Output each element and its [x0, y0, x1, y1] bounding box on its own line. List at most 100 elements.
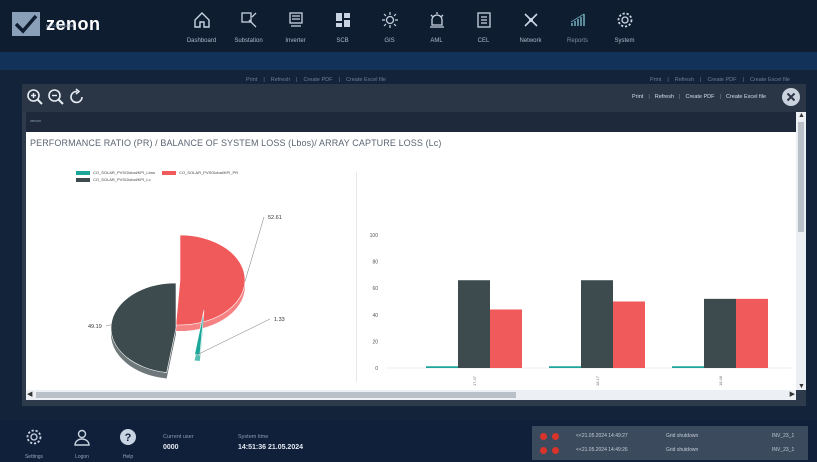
alarm-row[interactable]: <<21.05.2024 14:49:26 Grid shutdown INV_…: [532, 444, 808, 456]
alarm-indicator-icon: [552, 432, 559, 440]
network-icon: [523, 13, 538, 27]
nav-dashboard-label: Dashboard: [186, 38, 217, 44]
print-link[interactable]: Print: [632, 94, 643, 100]
close-button[interactable]: [782, 88, 800, 106]
bar[interactable]: [549, 366, 581, 368]
nav-substation[interactable]: Substation: [225, 8, 272, 48]
sub-header-bar: [0, 52, 817, 70]
create-excel-link[interactable]: Create Excel file: [726, 94, 766, 100]
alarm-row[interactable]: <<21.05.2024 14:49:27 Grid shutdown INV_…: [532, 430, 808, 442]
alarm-indicator-icon: [540, 432, 547, 440]
scroll-down-arrow[interactable]: ▼: [798, 383, 805, 390]
system-time-label: System time: [238, 434, 269, 440]
nav-gis-label: GIS: [384, 38, 395, 44]
reports-icon: [570, 13, 585, 26]
bar[interactable]: [704, 298, 736, 368]
bg-refresh-link[interactable]: Refresh: [271, 77, 290, 83]
bar[interactable]: [458, 280, 490, 368]
horizontal-scrollbar[interactable]: ◀ ▶: [26, 390, 796, 400]
list-icon: [476, 12, 491, 28]
home-icon: [193, 12, 210, 28]
bar[interactable]: [736, 298, 768, 368]
create-pdf-link[interactable]: Create PDF: [685, 94, 714, 100]
pie-legend: CO_SOLAR_PVSGlobal/KPI_Lbos CO_SOLAR_PVS…: [76, 170, 244, 184]
zenon-check-icon: [12, 12, 40, 36]
alarm-bell-icon: [429, 12, 444, 28]
bar[interactable]: [672, 366, 704, 368]
nav-reports[interactable]: Reports: [554, 8, 601, 48]
pie-data-label: 52.61: [268, 215, 282, 221]
nav-inverter-label: Inverter: [285, 38, 306, 44]
y-tick-label: 0: [375, 366, 378, 372]
reset-zoom-icon[interactable]: [68, 88, 86, 106]
bg-print-link-2[interactable]: Print: [650, 77, 661, 83]
y-tick-label: 80: [372, 260, 378, 266]
scb-icon: [335, 13, 350, 27]
alarm-code: INV_23_1: [772, 447, 795, 453]
close-icon: [786, 92, 796, 102]
refresh-link[interactable]: Refresh: [655, 94, 674, 100]
vertical-scrollbar[interactable]: ▲ ▼: [796, 112, 806, 390]
pie-slice[interactable]: [110, 282, 177, 373]
nav-scb[interactable]: SCB: [319, 8, 366, 48]
pie-data-label: 49.19: [88, 324, 102, 330]
current-user-info: Current user 0000: [163, 434, 194, 451]
system-time-info: System time 14:51:36 21.05.2024: [238, 434, 303, 451]
nav-dashboard[interactable]: Dashboard: [178, 8, 225, 48]
help-label: Help: [122, 454, 134, 460]
bar[interactable]: [613, 301, 645, 369]
nav-aml[interactable]: AML: [413, 8, 460, 48]
help-button[interactable]: ? Help: [110, 428, 146, 460]
nav-system-label: System: [614, 38, 635, 44]
pie-leader-line: [105, 324, 112, 327]
bg-print-link[interactable]: Print: [246, 77, 257, 83]
y-tick-label: 20: [372, 339, 378, 345]
alarm-indicator-icon: [552, 446, 559, 454]
inverter-icon: [288, 12, 303, 27]
alarm-time: <<21.05.2024 14:49:26: [576, 447, 628, 453]
nav-reports-label: Reports: [566, 38, 588, 44]
bg-create-pdf-link[interactable]: Create PDF: [303, 77, 332, 83]
svg-text:?: ?: [125, 432, 132, 444]
bar[interactable]: [581, 280, 613, 368]
pie-slice[interactable]: [175, 234, 246, 326]
legend-item-lc: CO_SOLAR_PVSGlobal/KPI_Lc: [76, 177, 151, 182]
x-tick-label: 17.47: [472, 375, 477, 386]
main-nav: Dashboard Substation Inverter SCB GIS AM…: [178, 8, 648, 48]
x-tick-label: 18.17: [595, 375, 600, 386]
settings-gear-icon: [26, 429, 42, 445]
zoom-out-icon[interactable]: [47, 88, 65, 106]
bar[interactable]: [426, 366, 458, 368]
legend-item-pr: CO_SOLAR_PVSGlobal/KPI_PR: [162, 170, 238, 175]
scroll-right-arrow[interactable]: ▶: [790, 390, 795, 398]
bg-create-excel-link-2[interactable]: Create Excel file: [750, 77, 790, 83]
zoom-in-icon[interactable]: [26, 88, 44, 106]
logon-label: Logon: [75, 454, 89, 460]
nav-inverter[interactable]: Inverter: [272, 8, 319, 48]
vertical-scroll-thumb[interactable]: [798, 122, 804, 232]
logon-button[interactable]: Logon: [64, 428, 100, 460]
bg-create-pdf-link-2[interactable]: Create PDF: [707, 77, 736, 83]
nav-network[interactable]: Network: [507, 8, 554, 48]
bar[interactable]: [490, 309, 522, 368]
bg-refresh-link-2[interactable]: Refresh: [675, 77, 694, 83]
horizontal-scroll-thumb[interactable]: [36, 392, 516, 398]
nav-cel[interactable]: CEL: [460, 8, 507, 48]
settings-label: Settings: [24, 454, 44, 460]
substation-icon: [240, 12, 256, 28]
nav-substation-label: Substation: [234, 38, 263, 44]
pie-chart: 52.61 1.33 49.19: [88, 215, 285, 379]
report-viewer-toolbar: Print | Refresh | Create PDF | Create Excel…: [22, 84, 806, 112]
x-tick-label: 18.48: [718, 375, 723, 386]
alarm-list: <<21.05.2024 14:49:27 Grid shutdown INV_…: [532, 426, 808, 460]
user-icon: [74, 429, 90, 446]
current-user-value: 0000: [163, 444, 179, 451]
pie-leader-line: [244, 216, 265, 282]
settings-button[interactable]: Settings: [16, 428, 52, 460]
legend-label-lbos: CO_SOLAR_PVSGlobal/KPI_Lbos: [93, 170, 156, 175]
bg-create-excel-link[interactable]: Create Excel file: [346, 77, 386, 83]
scroll-up-arrow[interactable]: ▲: [798, 112, 805, 119]
nav-gis[interactable]: GIS: [366, 8, 413, 48]
nav-system[interactable]: System: [601, 8, 648, 48]
scroll-left-arrow[interactable]: ◀: [27, 390, 32, 398]
